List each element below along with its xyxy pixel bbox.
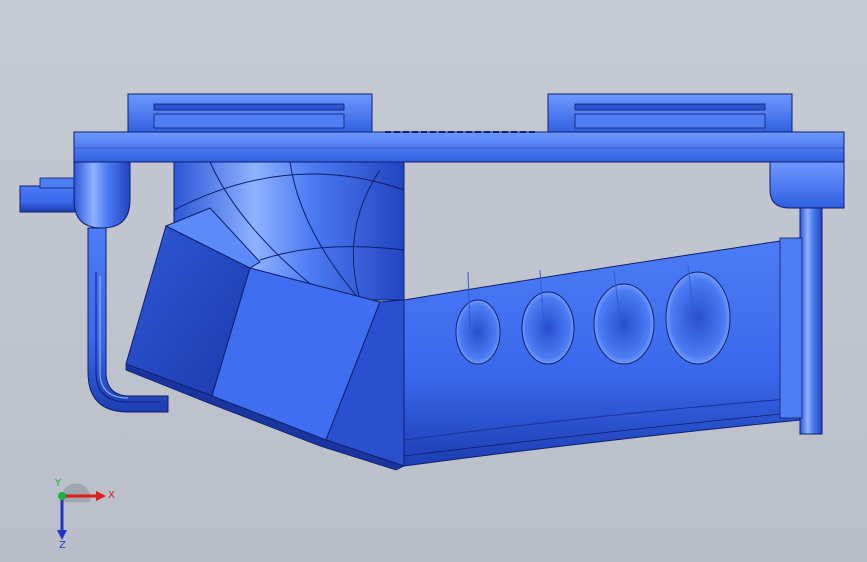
top-plate	[73, 131, 845, 163]
y-axis-dot-icon	[58, 492, 66, 500]
top-tab-left	[127, 93, 373, 135]
coordinate-triad: X Y Z	[40, 478, 120, 551]
cad-model[interactable]	[0, 0, 867, 562]
3d-viewport[interactable]: X Y Z	[0, 0, 867, 562]
z-axis-label: Z	[59, 540, 66, 548]
x-axis-label: X	[108, 490, 115, 501]
left-connector	[19, 161, 131, 229]
y-axis-label: Y	[54, 478, 62, 489]
triad-plane-icon	[62, 483, 91, 502]
top-tab-right	[547, 93, 793, 135]
